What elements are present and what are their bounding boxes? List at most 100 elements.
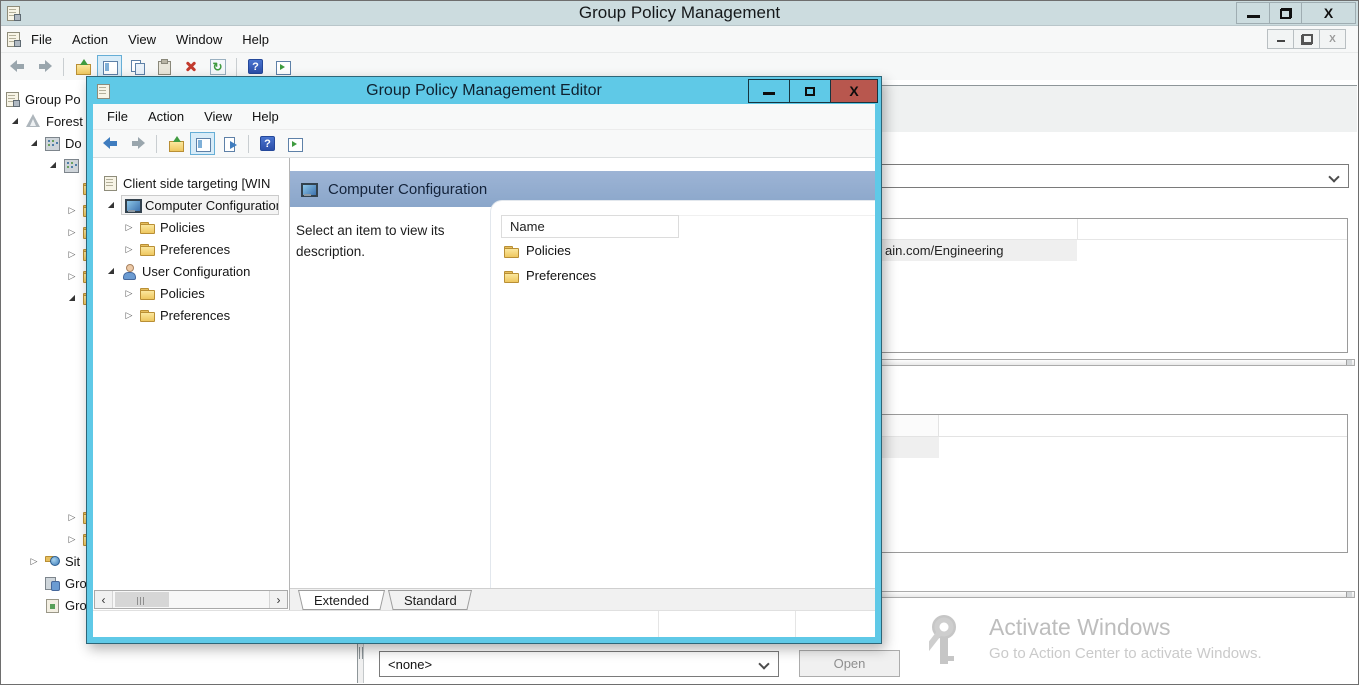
- editor-forward-button[interactable]: [125, 132, 150, 155]
- tree-item-preferences[interactable]: ▷Preferences: [123, 305, 230, 325]
- tree-item-content[interactable]: Policies: [139, 285, 205, 301]
- computer-icon: [300, 181, 316, 197]
- tree-item-sit[interactable]: ▷Sit: [28, 551, 80, 571]
- chevron-down-icon: [1328, 171, 1339, 182]
- main-close-button[interactable]: [1301, 2, 1356, 24]
- user-icon: [121, 263, 137, 279]
- horizontal-scrollbar[interactable]: ‹ ›: [94, 590, 288, 609]
- main-minimize-button[interactable]: [1236, 2, 1270, 24]
- tree-item-user-configuration[interactable]: ◢User Configuration: [105, 261, 250, 281]
- help-icon: [260, 136, 275, 151]
- restore-icon: [1302, 35, 1312, 44]
- tree-item-label: Gro: [65, 598, 87, 613]
- toolbar-separator: [156, 135, 157, 153]
- collapsed-arrow-icon[interactable]: ▷: [123, 217, 135, 237]
- editor-status-bar: [93, 610, 875, 637]
- expanded-arrow-icon[interactable]: ◢: [105, 195, 117, 215]
- tree-item-gro[interactable]: Gro: [28, 595, 87, 615]
- folder-icon: [503, 243, 519, 259]
- collapsed-arrow-icon[interactable]: ▷: [66, 200, 78, 220]
- editor-help-button[interactable]: [255, 132, 280, 155]
- name-column-header[interactable]: Name: [501, 215, 679, 238]
- tree-item-content[interactable]: Group Po: [4, 91, 81, 107]
- editor-minimize-button[interactable]: [748, 79, 790, 103]
- folder-icon: [139, 241, 155, 257]
- tab-extended[interactable]: Extended: [298, 590, 385, 610]
- wmi-filter-combobox[interactable]: <none>: [379, 651, 779, 677]
- chevron-down-icon: [758, 658, 769, 669]
- expanded-arrow-icon[interactable]: ◢: [66, 288, 78, 308]
- editor-maximize-button[interactable]: [789, 79, 831, 103]
- editor-show-console-tree-button[interactable]: [190, 132, 215, 155]
- collapsed-arrow-icon[interactable]: ▷: [123, 239, 135, 259]
- selected-tree-item[interactable]: Computer Configuration: [121, 195, 279, 215]
- main-restore-button[interactable]: [1269, 2, 1302, 24]
- editor-menu-action[interactable]: Action: [138, 109, 194, 124]
- mdi-restore-button[interactable]: [1293, 29, 1320, 49]
- tree-item-content[interactable]: User Configuration: [121, 263, 250, 279]
- tree-item-content[interactable]: Forest: [25, 113, 83, 129]
- editor-export-list-button[interactable]: [217, 132, 242, 155]
- editor-menu-view[interactable]: View: [194, 109, 242, 124]
- tree-item-label: Preferences: [160, 242, 230, 257]
- expanded-arrow-icon[interactable]: ◢: [47, 155, 59, 175]
- collapsed-arrow-icon[interactable]: ▷: [66, 507, 78, 527]
- view-tab-strip: Extended Standard: [290, 588, 875, 610]
- collapsed-arrow-icon[interactable]: ▷: [28, 551, 40, 571]
- tree-item-content[interactable]: Preferences: [139, 241, 230, 257]
- tree-item-do[interactable]: ◢Do: [28, 133, 82, 153]
- scrollbar-thumb[interactable]: [115, 592, 169, 607]
- mdi-minimize-button[interactable]: [1267, 29, 1294, 49]
- combobox-value: <none>: [388, 657, 432, 672]
- tree-item-content[interactable]: Preferences: [139, 307, 230, 323]
- scroll-right-button[interactable]: ›: [269, 591, 287, 608]
- window-list-icon: [287, 136, 303, 152]
- editor-show-window-list-button[interactable]: [282, 132, 307, 155]
- collapsed-arrow-icon[interactable]: ▷: [123, 283, 135, 303]
- tree-item-client-side-targeting-win[interactable]: Client side targeting [WIN: [102, 173, 270, 193]
- collapsed-arrow-icon[interactable]: ▷: [66, 244, 78, 264]
- status-divider: [658, 611, 659, 637]
- expanded-arrow-icon[interactable]: ◢: [28, 133, 40, 153]
- list-item-preferences[interactable]: Preferences: [491, 263, 875, 288]
- collapsed-arrow-icon[interactable]: ▷: [66, 266, 78, 286]
- tree-item-gro[interactable]: Gro: [28, 573, 87, 593]
- collapsed-arrow-icon[interactable]: ▷: [123, 305, 135, 325]
- tree-item-computer-configuration[interactable]: ◢Computer Configuration: [105, 195, 279, 215]
- minimize-icon: [1247, 8, 1260, 18]
- editor-result-pane: Computer Configuration Select an item to…: [290, 158, 875, 610]
- expanded-arrow-icon[interactable]: ◢: [105, 261, 117, 281]
- editor-up-one-level-button[interactable]: [163, 132, 188, 155]
- list-item-policies[interactable]: Policies: [491, 238, 875, 263]
- tree-item-content[interactable]: Gro: [44, 597, 87, 613]
- back-icon: [101, 135, 121, 152]
- tree-item-label: Forest: [46, 114, 83, 129]
- tree-item-content[interactable]: Client side targeting [WIN: [102, 175, 270, 191]
- tree-item-content[interactable]: [63, 157, 79, 173]
- tree-item-content[interactable]: Do: [44, 135, 82, 151]
- open-button[interactable]: Open: [799, 650, 900, 677]
- tree-item-policies[interactable]: ▷Policies: [123, 217, 205, 237]
- editor-close-button[interactable]: [830, 79, 878, 103]
- results-icon: [44, 597, 60, 613]
- tree-item[interactable]: ◢: [47, 155, 79, 175]
- editor-title-bar[interactable]: Group Policy Management Editor: [87, 77, 881, 104]
- tree-item-content[interactable]: Policies: [139, 219, 205, 235]
- collapsed-arrow-icon[interactable]: ▷: [66, 222, 78, 242]
- tree-item-policies[interactable]: ▷Policies: [123, 283, 205, 303]
- group-policy-management-editor-window: Group Policy Management Editor File Acti…: [86, 76, 882, 644]
- editor-menu-file[interactable]: File: [97, 109, 138, 124]
- tab-standard[interactable]: Standard: [388, 590, 473, 610]
- tree-item-content[interactable]: Gro: [44, 575, 87, 591]
- list-item-label: Preferences: [526, 268, 596, 283]
- scroll-left-button[interactable]: ‹: [95, 591, 113, 608]
- tree-item-forest[interactable]: ◢ Forest: [9, 111, 83, 131]
- mdi-close-button[interactable]: [1319, 29, 1346, 49]
- tree-item-group-po[interactable]: Group Po: [4, 89, 81, 109]
- editor-back-button[interactable]: [98, 132, 123, 155]
- tree-item-content[interactable]: Sit: [44, 553, 80, 569]
- collapsed-arrow-icon[interactable]: ▷: [66, 529, 78, 549]
- editor-menu-help[interactable]: Help: [242, 109, 289, 124]
- expanded-arrow-icon[interactable]: ◢: [9, 111, 21, 131]
- tree-item-preferences[interactable]: ▷ Preferences: [123, 239, 230, 259]
